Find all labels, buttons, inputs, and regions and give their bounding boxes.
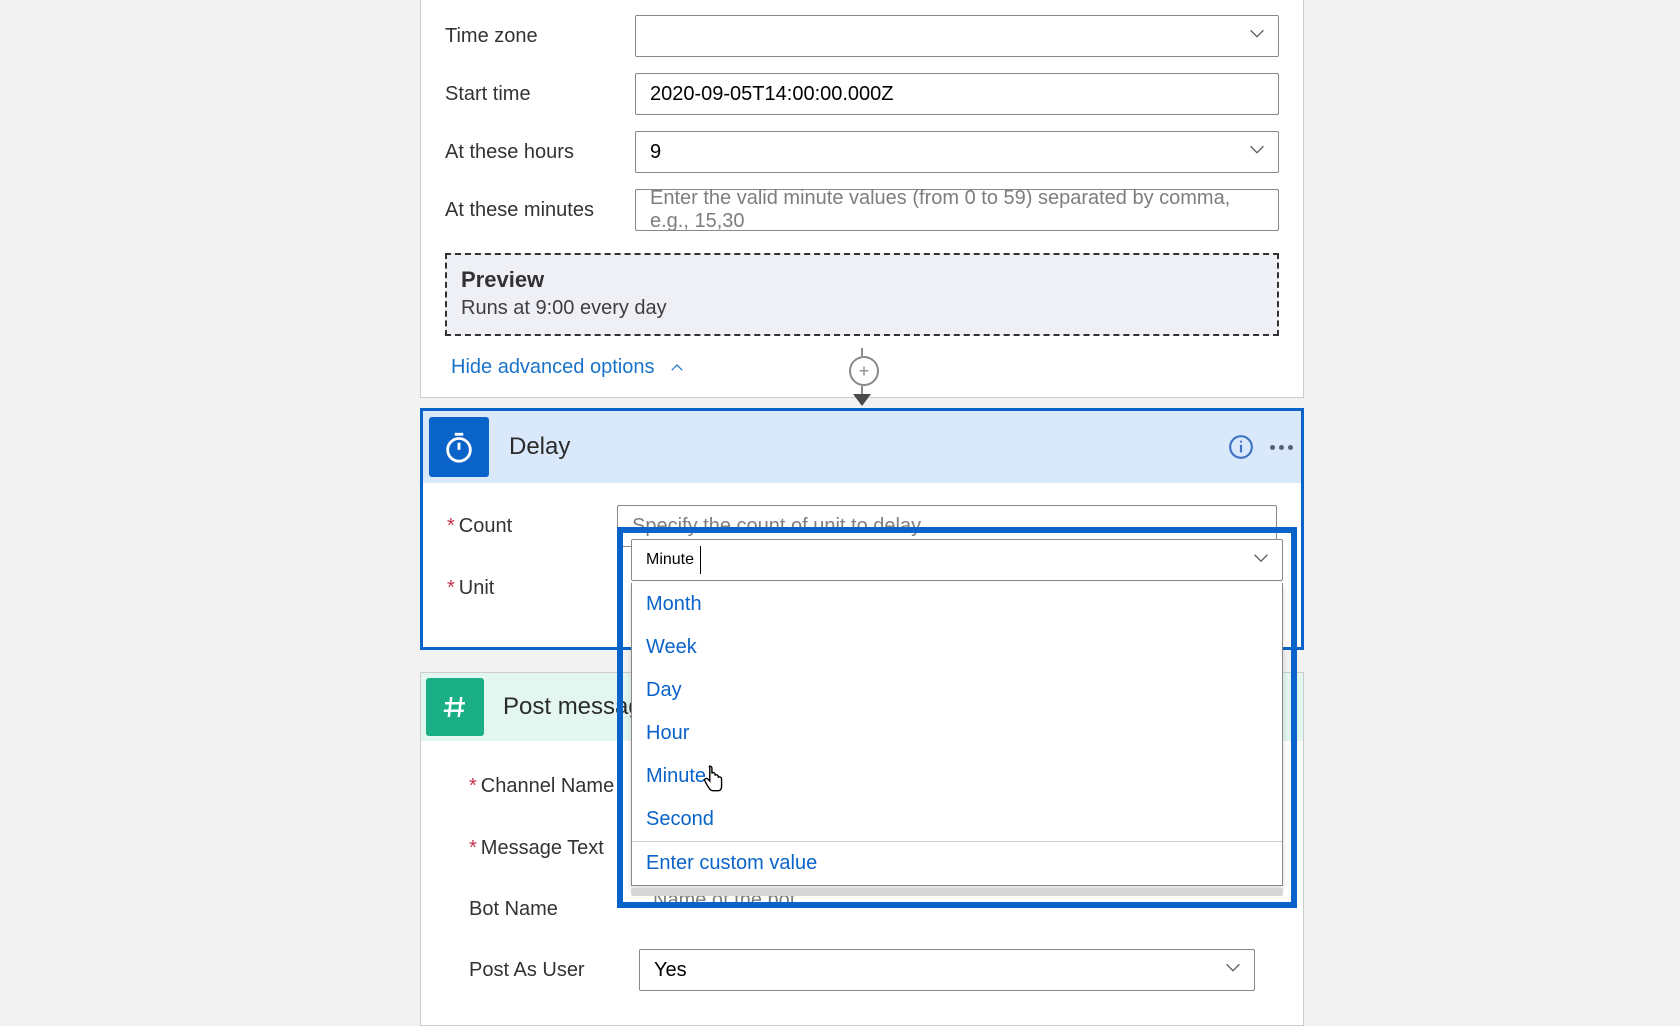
more-menu[interactable] [1261, 427, 1301, 467]
recurrence-card: x x Time zone Start time At these hours … [420, 0, 1304, 398]
select-postas[interactable]: Yes [639, 949, 1255, 991]
chevron-up-icon [668, 359, 686, 377]
select-hours[interactable]: 9 [635, 131, 1279, 173]
unit-option-month[interactable]: Month [632, 583, 1282, 626]
row-hours: At these hours 9 [421, 123, 1303, 181]
dropdown-scrollbar[interactable] [631, 888, 1283, 896]
arrow-down-icon [853, 394, 871, 406]
row-minutes: At these minutes Enter the valid minute … [421, 181, 1303, 239]
row-starttime: Start time [421, 65, 1303, 123]
chevron-down-icon [1250, 547, 1272, 574]
chevron-down-icon [1222, 956, 1244, 984]
add-step-button[interactable]: + [849, 356, 879, 386]
label-message: Message Text [469, 837, 639, 860]
unit-option-hour[interactable]: Hour [632, 712, 1282, 755]
row-timezone: Time zone [421, 7, 1303, 65]
pointer-cursor-icon [700, 765, 726, 795]
select-timezone[interactable] [635, 15, 1279, 57]
unit-dropdown: Minute Month Week Day Hour Minute Second… [617, 527, 1297, 908]
label-channel: Channel Name [469, 775, 639, 798]
unit-option-second[interactable]: Second [632, 798, 1282, 841]
label-starttime: Start time [445, 83, 635, 106]
chevron-down-icon [1246, 22, 1268, 50]
label-unit: Unit [447, 577, 617, 600]
unit-option-custom[interactable]: Enter custom value [632, 842, 1282, 885]
label-minutes: At these minutes [445, 199, 635, 222]
text-caret [700, 546, 701, 574]
timer-icon [429, 417, 489, 477]
unit-option-minute[interactable]: Minute [632, 755, 1282, 798]
label-hours: At these hours [445, 141, 635, 164]
label-postas: Post As User [469, 959, 639, 982]
unit-options-list: Month Week Day Hour Minute Second Enter … [631, 583, 1283, 886]
hash-icon [426, 678, 484, 736]
label-count: Count [447, 515, 617, 538]
input-minutes[interactable]: Enter the valid minute values (from 0 to… [635, 189, 1279, 231]
connector: + [849, 348, 875, 406]
delay-header[interactable]: Delay [423, 411, 1301, 483]
preview-title: Preview [461, 267, 1263, 293]
preview-text: Runs at 9:00 every day [461, 297, 1263, 320]
label-botname: Bot Name [469, 898, 639, 921]
input-starttime[interactable] [635, 73, 1279, 115]
unit-option-day[interactable]: Day [632, 669, 1282, 712]
info-icon[interactable] [1221, 427, 1261, 467]
delay-title: Delay [509, 433, 1221, 461]
preview-box: Preview Runs at 9:00 every day [445, 253, 1279, 336]
label-timezone: Time zone [445, 25, 635, 48]
unit-select[interactable]: Minute [631, 539, 1283, 581]
unit-option-week[interactable]: Week [632, 626, 1282, 669]
chevron-down-icon [1246, 138, 1268, 166]
